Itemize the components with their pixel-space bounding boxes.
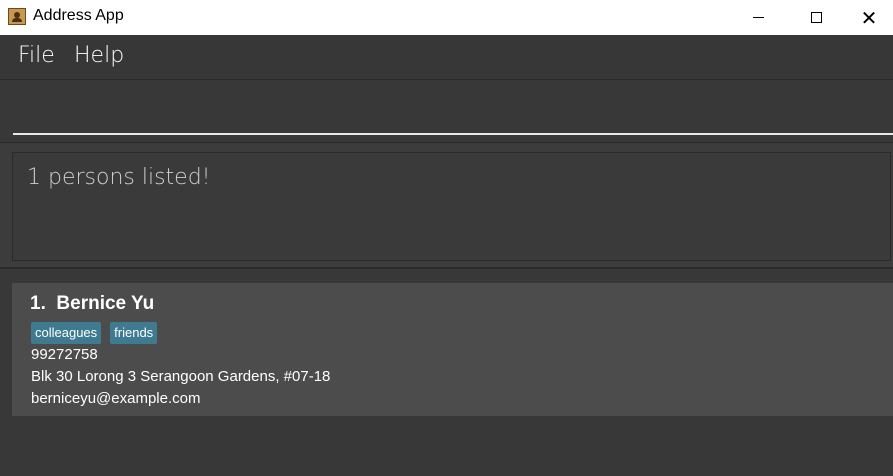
command-box [0, 80, 893, 143]
close-icon: ✕ [860, 5, 878, 30]
maximize-button[interactable] [787, 0, 845, 35]
person-name-line: 1. Bernice Yu [30, 293, 154, 315]
title-bar: Address App ✕ [0, 0, 893, 35]
person-index: 1. [30, 293, 46, 314]
app-window: File Help 1 persons listed! 1. Bernice Y… [0, 35, 893, 476]
person-name: Bernice Yu [56, 293, 155, 314]
person-address: Blk 30 Lorong 3 Serangoon Gardens, #07-1… [31, 368, 331, 385]
minimize-button[interactable] [729, 0, 787, 35]
command-input[interactable] [13, 90, 893, 135]
maximize-icon [810, 12, 822, 23]
address-book-icon [8, 8, 26, 25]
person-phone: 99272758 [31, 346, 98, 363]
tag-badge: colleagues [31, 322, 102, 344]
tag-list: colleagues friends [31, 322, 158, 344]
tag-badge: friends [110, 322, 158, 344]
menu-help[interactable]: Help [74, 43, 124, 68]
close-button[interactable]: ✕ [845, 0, 893, 35]
window-title: Address App [33, 7, 124, 24]
menu-bar: File Help [0, 35, 893, 80]
person-list[interactable]: 1. Bernice Yu colleagues friends 9927275… [0, 269, 893, 476]
result-message: 1 persons listed! [27, 165, 211, 190]
person-email: berniceyu@example.com [31, 390, 201, 407]
result-display: 1 persons listed! [12, 152, 891, 261]
menu-file[interactable]: File [18, 43, 55, 68]
minimize-icon [752, 17, 764, 18]
person-card[interactable]: 1. Bernice Yu colleagues friends 9927275… [12, 283, 893, 416]
